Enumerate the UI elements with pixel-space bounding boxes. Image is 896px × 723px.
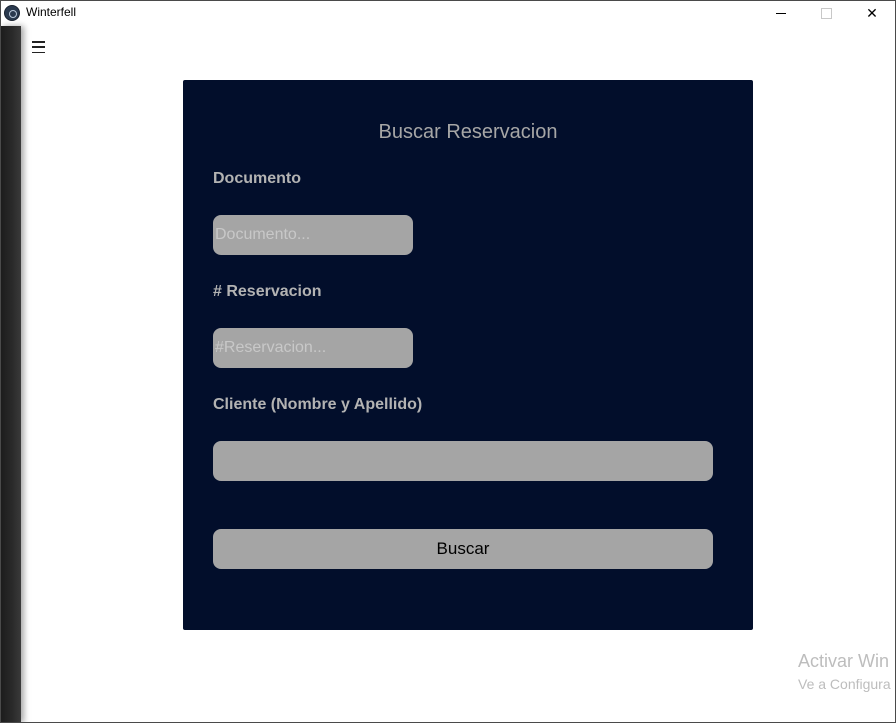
reservacion-label: # Reservacion bbox=[213, 283, 322, 300]
maximize-button[interactable] bbox=[803, 0, 849, 26]
window-title: Winterfell bbox=[26, 5, 77, 19]
app-icon bbox=[4, 5, 20, 21]
minimize-button[interactable] bbox=[758, 0, 804, 26]
documento-label: Documento bbox=[213, 170, 301, 187]
buscar-button[interactable]: Buscar bbox=[213, 529, 713, 569]
hamburger-menu-icon[interactable] bbox=[32, 41, 45, 53]
watermark-line-1: Activar Win bbox=[798, 651, 890, 671]
windows-activation-watermark: Activar Win Ve a Configura bbox=[798, 651, 891, 692]
minimize-icon bbox=[776, 12, 786, 14]
page-title: Buscar Reservacion bbox=[378, 121, 558, 143]
cliente-label: Cliente (Nombre y Apellido) bbox=[213, 396, 423, 413]
watermark-line-2: Ve a Configura bbox=[798, 676, 891, 692]
close-icon: ✕ bbox=[866, 4, 878, 21]
close-button[interactable]: ✕ bbox=[849, 0, 895, 26]
maximize-icon bbox=[820, 7, 832, 19]
search-reservation-card: Buscar Reservacion Documento # Reservaci… bbox=[183, 80, 753, 630]
cliente-input[interactable] bbox=[213, 441, 713, 481]
reservacion-input[interactable] bbox=[213, 328, 413, 368]
background-window-strip bbox=[0, 26, 21, 723]
documento-input[interactable] bbox=[213, 215, 413, 255]
title-bar: Winterfell ✕ bbox=[0, 0, 896, 26]
